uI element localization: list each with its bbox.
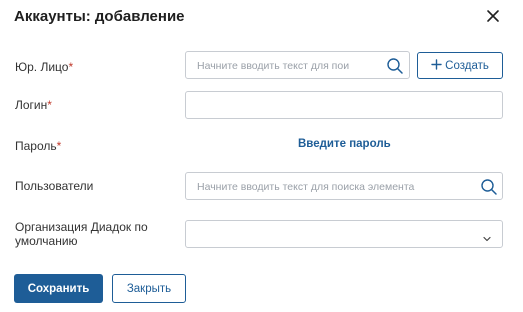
plus-icon — [431, 58, 442, 73]
diadoc-org-select[interactable] — [185, 220, 503, 248]
chevron-down-icon[interactable] — [482, 230, 492, 248]
create-button-label: Создать — [445, 59, 489, 72]
required-mark: * — [47, 98, 52, 112]
close-icon[interactable] — [484, 7, 502, 25]
search-icon[interactable] — [386, 57, 404, 75]
login-input[interactable] — [185, 91, 503, 119]
required-mark: * — [56, 139, 62, 153]
search-icon[interactable] — [480, 178, 498, 196]
users-input[interactable]: Начните вводить текст для поиска элемент… — [185, 172, 503, 200]
users-label: Пользователи — [15, 179, 94, 193]
legal-entity-input[interactable]: Начните вводить текст для пои — [185, 51, 410, 79]
users-placeholder: Начните вводить текст для поиска элемент… — [197, 181, 415, 193]
create-button[interactable]: Создать — [417, 52, 503, 79]
login-label: Логин* — [15, 98, 52, 112]
diadoc-org-label: Организация Диадок по умолчанию — [15, 220, 148, 248]
dialog-title: Аккаунты: добавление — [14, 8, 185, 25]
save-button[interactable]: Сохранить — [14, 274, 103, 303]
enter-password-link[interactable]: Введите пароль — [298, 138, 391, 150]
legal-entity-label: Юр. Лицо* — [15, 60, 74, 74]
close-button[interactable]: Закрыть — [112, 274, 186, 303]
legal-entity-placeholder: Начните вводить текст для пои — [197, 60, 350, 72]
password-label: Пароль* — [15, 139, 62, 153]
required-mark: * — [68, 60, 74, 74]
